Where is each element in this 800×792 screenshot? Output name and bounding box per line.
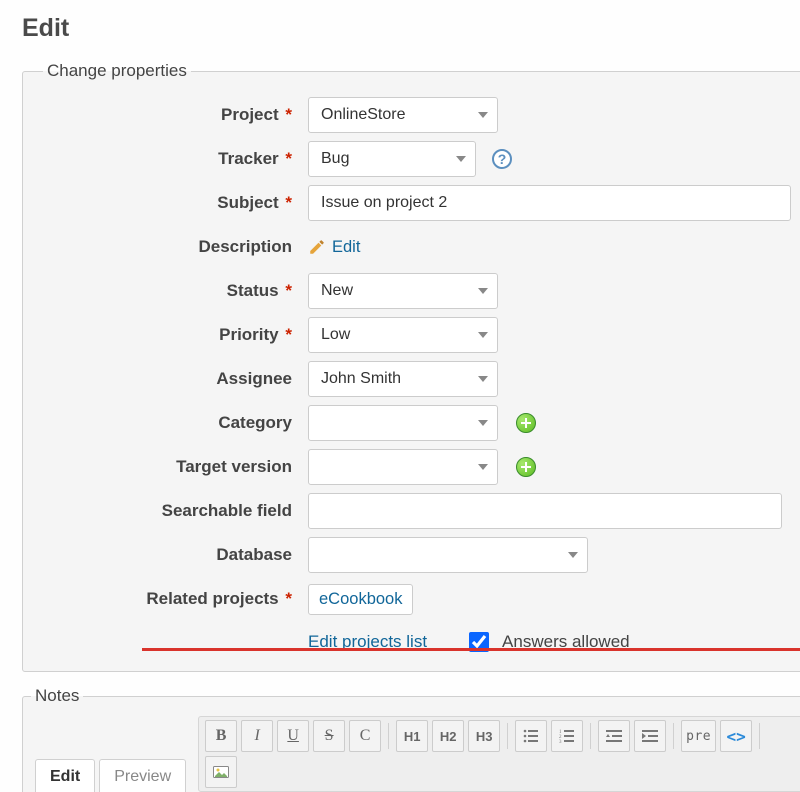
label-description: Description [43, 237, 298, 257]
tab-preview[interactable]: Preview [99, 759, 186, 792]
change-properties-fieldset: Change properties Project * OnlineStore … [22, 61, 800, 672]
label-searchable: Searchable field [43, 501, 298, 521]
required-mark: * [285, 105, 292, 124]
row-priority: Priority * Low [43, 313, 791, 357]
database-select[interactable] [308, 537, 588, 573]
chevron-down-icon [568, 552, 578, 558]
row-description: Description Edit [43, 225, 791, 269]
row-related-projects: Related projects * eCookbook [43, 577, 791, 621]
toolbar-separator [388, 723, 389, 749]
status-select[interactable]: New [308, 273, 498, 309]
pencil-icon [308, 238, 326, 256]
toolbar-separator [759, 723, 760, 749]
required-mark: * [285, 149, 292, 168]
chevron-down-icon [478, 376, 488, 382]
chevron-down-icon [478, 464, 488, 470]
bold-button[interactable]: B [205, 720, 237, 752]
label-subject: Subject * [43, 193, 298, 213]
description-edit-link[interactable]: Edit [308, 238, 360, 257]
chevron-down-icon [478, 112, 488, 118]
required-mark: * [285, 193, 292, 212]
required-mark: * [285, 281, 292, 300]
row-tracker: Tracker * Bug ? [43, 137, 791, 181]
row-options: Edit projects list Answers allowed [43, 629, 791, 655]
row-target-version: Target version [43, 445, 791, 489]
row-category: Category [43, 401, 791, 445]
page-title: Edit [22, 14, 800, 43]
chevron-down-icon [456, 156, 466, 162]
toolbar-separator [673, 723, 674, 749]
notes-fieldset: Notes Edit Preview B I U S C H1 H2 H3 12… [22, 686, 800, 792]
chevron-down-icon [478, 332, 488, 338]
required-mark: * [285, 325, 292, 344]
italic-button[interactable]: I [241, 720, 273, 752]
label-project: Project * [43, 105, 298, 125]
h2-button[interactable]: H2 [432, 720, 464, 752]
toolbar-separator [590, 723, 591, 749]
chevron-down-icon [478, 420, 488, 426]
row-assignee: Assignee John Smith [43, 357, 791, 401]
add-category-button[interactable] [516, 413, 536, 433]
row-searchable: Searchable field [43, 489, 791, 533]
help-icon[interactable]: ? [492, 149, 512, 169]
category-select[interactable] [308, 405, 498, 441]
label-target-version: Target version [43, 457, 298, 477]
label-priority: Priority * [43, 325, 298, 345]
row-database: Database [43, 533, 791, 577]
label-database: Database [43, 545, 298, 565]
strike-button[interactable]: S [313, 720, 345, 752]
image-button[interactable] [205, 756, 237, 788]
h1-button[interactable]: H1 [396, 720, 428, 752]
label-related-projects: Related projects * [43, 589, 298, 609]
row-status: Status * New [43, 269, 791, 313]
h3-button[interactable]: H3 [468, 720, 500, 752]
required-mark: * [285, 589, 292, 608]
project-select[interactable]: OnlineStore [308, 97, 498, 133]
label-tracker: Tracker * [43, 149, 298, 169]
add-version-button[interactable] [516, 457, 536, 477]
notes-tabs: Edit Preview [35, 757, 190, 792]
notes-toolbar-row: Edit Preview B I U S C H1 H2 H3 123 [31, 712, 800, 792]
label-status: Status * [43, 281, 298, 301]
wysiwyg-toolbar: B I U S C H1 H2 H3 123 pre [198, 716, 800, 792]
indent-button[interactable] [634, 720, 666, 752]
label-assignee: Assignee [43, 369, 298, 389]
tracker-select[interactable]: Bug [308, 141, 476, 177]
row-subject: Subject * [43, 181, 791, 225]
row-project: Project * OnlineStore [43, 93, 791, 137]
searchable-input[interactable] [308, 493, 782, 529]
code-button[interactable]: <> [720, 720, 752, 752]
underline-button[interactable]: U [277, 720, 309, 752]
toolbar-separator [507, 723, 508, 749]
priority-select[interactable]: Low [308, 317, 498, 353]
ordered-list-button[interactable]: 123 [551, 720, 583, 752]
unordered-list-button[interactable] [515, 720, 547, 752]
label-category: Category [43, 413, 298, 433]
svg-text:3: 3 [559, 740, 562, 744]
notes-legend: Notes [31, 686, 83, 706]
target-version-select[interactable] [308, 449, 498, 485]
subject-input[interactable] [308, 185, 791, 221]
change-properties-legend: Change properties [43, 61, 191, 81]
inline-code-button[interactable]: C [349, 720, 381, 752]
related-project-tag[interactable]: eCookbook [308, 584, 413, 615]
tab-edit[interactable]: Edit [35, 759, 95, 792]
outdent-button[interactable] [598, 720, 630, 752]
assignee-select[interactable]: John Smith [308, 361, 498, 397]
chevron-down-icon [478, 288, 488, 294]
preformatted-button[interactable]: pre [681, 720, 716, 752]
